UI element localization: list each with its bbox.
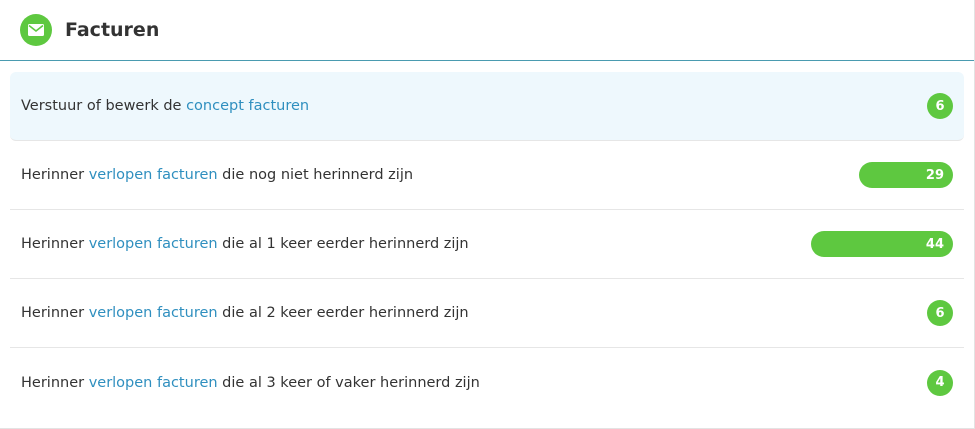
count-badge: 6 <box>927 93 953 119</box>
invoices-card: Facturen Verstuur of bewerk de concept f… <box>0 0 975 429</box>
row-prefix: Herinner <box>21 374 89 391</box>
overdue-invoices-link[interactable]: verlopen facturen <box>89 236 218 252</box>
row-prefix: Herinner <box>21 305 89 321</box>
concept-invoices-link[interactable]: concept facturen <box>186 98 309 114</box>
envelope-icon <box>20 14 52 46</box>
overdue-invoices-link[interactable]: verlopen facturen <box>89 375 218 391</box>
overdue-invoices-link[interactable]: verlopen facturen <box>89 167 218 183</box>
row-text: Herinner verlopen facturen die nog niet … <box>21 167 413 183</box>
row-text: Herinner verlopen facturen die al 1 keer… <box>21 236 469 252</box>
row-suffix: die al 2 keer eerder herinnerd zijn <box>217 305 469 321</box>
row-overdue-reminded-twice[interactable]: Herinner verlopen facturen die al 2 keer… <box>10 279 964 348</box>
count-bar-track: 6 <box>793 93 953 119</box>
row-suffix: die al 3 keer of vaker herinnerd zijn <box>217 374 480 391</box>
row-text: Herinner verlopen facturen die al 2 keer… <box>21 305 469 321</box>
count-bar-track: 44 <box>793 231 953 257</box>
row-prefix: Herinner <box>21 236 89 252</box>
row-concept-invoices[interactable]: Verstuur of bewerk de concept facturen 6 <box>10 72 964 141</box>
row-suffix: die al 1 keer eerder herinnerd zijn <box>217 236 469 252</box>
count-bar-track: 6 <box>793 300 953 326</box>
count-bar-track: 4 <box>793 369 953 396</box>
row-text: Herinner verlopen facturen die al 3 keer… <box>21 375 480 391</box>
overdue-invoices-link[interactable]: verlopen facturen <box>89 305 218 321</box>
row-prefix: Verstuur of bewerk de <box>21 98 187 114</box>
count-bar-track: 29 <box>793 162 953 188</box>
row-overdue-reminded-three-plus[interactable]: Herinner verlopen facturen die al 3 keer… <box>10 348 964 417</box>
row-overdue-reminded-once[interactable]: Herinner verlopen facturen die al 1 keer… <box>10 210 964 279</box>
row-prefix: Herinner <box>21 167 89 183</box>
row-suffix: die nog niet herinnerd zijn <box>217 167 414 183</box>
invoice-actions-list: Verstuur of bewerk de concept facturen 6… <box>0 61 974 417</box>
count-badge: 4 <box>927 369 953 396</box>
row-overdue-not-reminded[interactable]: Herinner verlopen facturen die nog niet … <box>10 141 964 210</box>
count-bar: 44 <box>811 231 953 257</box>
card-title: Facturen <box>65 19 160 41</box>
count-badge: 6 <box>927 300 953 326</box>
count-bar: 29 <box>859 162 953 188</box>
row-text: Verstuur of bewerk de concept facturen <box>21 98 309 114</box>
card-header: Facturen <box>0 0 974 61</box>
